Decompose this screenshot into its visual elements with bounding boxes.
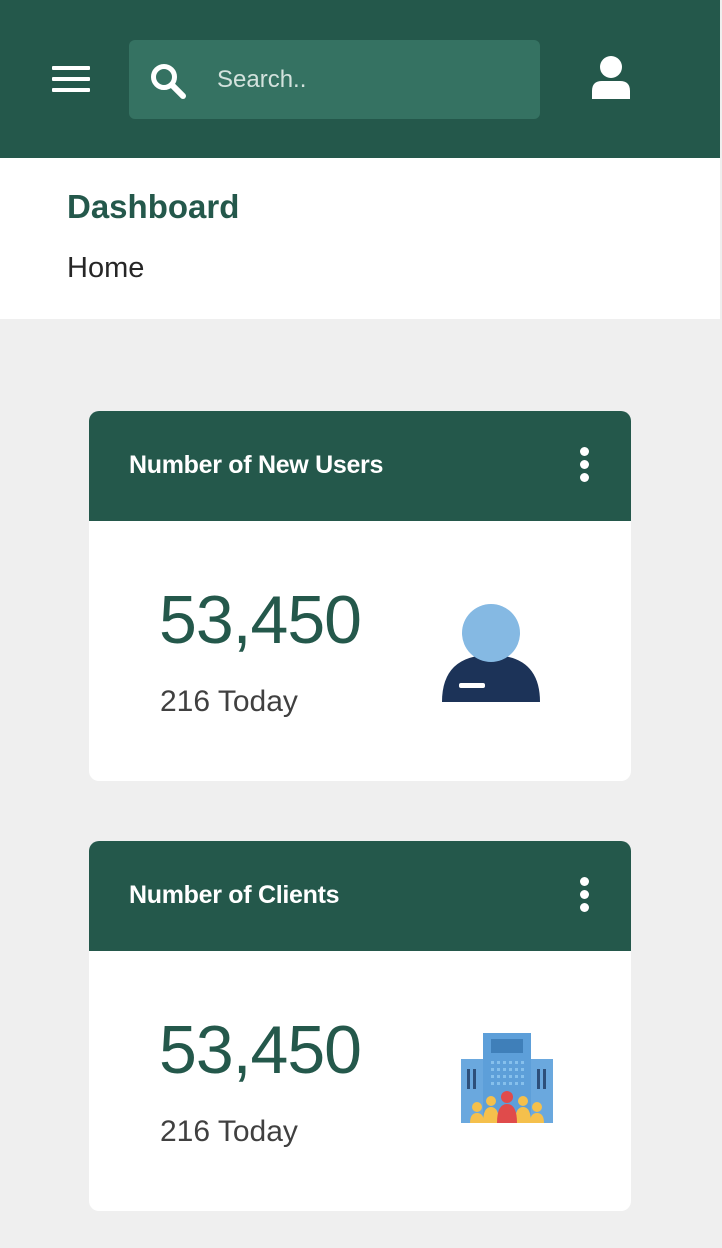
card-header: Number of Clients bbox=[89, 841, 631, 951]
stat-value: 53,450 bbox=[159, 1012, 362, 1088]
new-user-icon bbox=[442, 604, 540, 702]
breadcrumb-home[interactable]: Home bbox=[67, 252, 144, 285]
page-header: Dashboard Home bbox=[0, 158, 720, 319]
card-title: Number of Clients bbox=[129, 881, 340, 909]
search-input[interactable] bbox=[217, 58, 517, 102]
search-bar[interactable] bbox=[129, 40, 540, 119]
stat-card-new-users: Number of New Users 53,450 216 Today bbox=[89, 411, 631, 781]
stat-card-clients: Number of Clients 53,450 216 Today bbox=[89, 841, 631, 1211]
more-options-icon[interactable] bbox=[577, 447, 591, 485]
card-title: Number of New Users bbox=[129, 451, 384, 479]
top-app-bar bbox=[0, 0, 720, 158]
stat-today-count: 216 Today bbox=[160, 1115, 298, 1148]
more-options-icon[interactable] bbox=[577, 877, 591, 915]
stat-value: 53,450 bbox=[159, 582, 362, 658]
hamburger-menu-icon[interactable] bbox=[52, 66, 90, 92]
stat-today-count: 216 Today bbox=[160, 685, 298, 718]
user-account-icon[interactable] bbox=[590, 55, 632, 99]
page-title: Dashboard bbox=[67, 188, 240, 225]
search-icon[interactable] bbox=[149, 62, 187, 100]
card-header: Number of New Users bbox=[89, 411, 631, 521]
clients-building-icon bbox=[461, 1033, 553, 1123]
